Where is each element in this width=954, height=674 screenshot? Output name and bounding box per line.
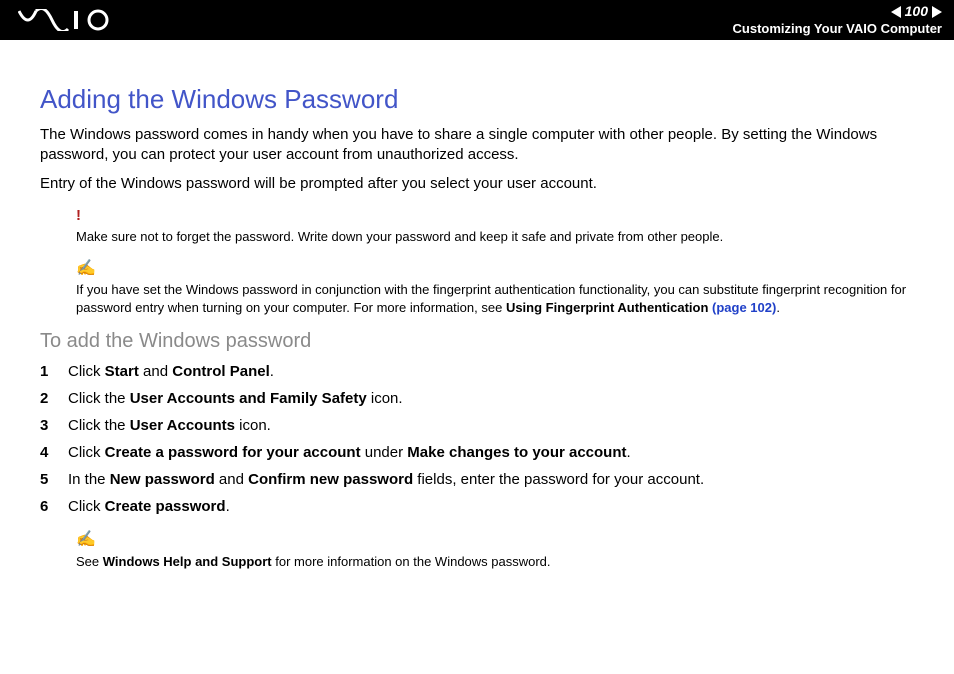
step-item: Click Create a password for your account… [40,442,914,463]
tip1-bold: Using Fingerprint Authentication [506,300,712,315]
steps-list: Click Start and Control Panel. Click the… [40,361,914,517]
intro-paragraph-1: The Windows password comes in handy when… [40,125,914,166]
page-number: 100 [905,3,928,21]
step-item: Click the User Accounts icon. [40,415,914,436]
header-bar: 100 Customizing Your VAIO Computer [0,0,954,40]
subheading: To add the Windows password [40,330,914,353]
tip-block-2: ✍ See Windows Help and Support for more … [76,529,914,570]
tip2-bold: Windows Help and Support [103,554,272,569]
page-nav: 100 [733,3,942,21]
step-item: Click the User Accounts and Family Safet… [40,388,914,409]
tip-text-1: If you have set the Windows password in … [76,281,914,316]
tip1-pre: If you have set the Windows password in … [76,282,906,315]
page-content: Adding the Windows Password The Windows … [0,40,954,598]
tip2-pre: See [76,554,103,569]
tip-text-2: See Windows Help and Support for more in… [76,553,914,571]
intro-paragraph-2: Entry of the Windows password will be pr… [40,174,914,194]
step-item: Click Start and Control Panel. [40,361,914,382]
prev-page-arrow-icon[interactable] [891,6,901,18]
fingerprint-auth-link[interactable]: (page 102) [712,300,776,315]
tip1-post: . [776,300,780,315]
tip-icon: ✍ [76,258,914,280]
page-title: Adding the Windows Password [40,84,914,115]
tip-block-1: ✍ If you have set the Windows password i… [76,258,914,317]
header-right: 100 Customizing Your VAIO Computer [733,3,942,37]
caution-block: ! Make sure not to forget the password. … [76,206,914,246]
tip2-post: for more information on the Windows pass… [272,554,551,569]
vaio-logo [18,9,114,31]
breadcrumb: Customizing Your VAIO Computer [733,21,942,37]
step-item: Click Create password. [40,496,914,517]
step-item: In the New password and Confirm new pass… [40,469,914,490]
vaio-logo-svg [18,9,114,31]
caution-icon: ! [76,206,914,226]
tip-icon: ✍ [76,529,914,551]
next-page-arrow-icon[interactable] [932,6,942,18]
caution-text: Make sure not to forget the password. Wr… [76,228,914,246]
